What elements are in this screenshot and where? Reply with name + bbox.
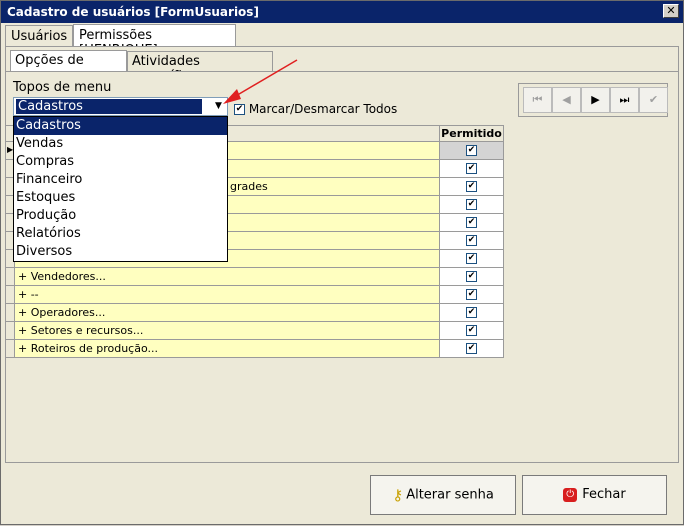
topos-label: Topos de menu [13, 80, 112, 95]
permitido-checkbox[interactable]: ✔ [466, 145, 477, 156]
grid-header-permitido: Permitido [440, 125, 504, 142]
close-icon: ✕ [666, 4, 676, 17]
table-row[interactable]: + Roteiros de produção... ✔ [15, 340, 504, 358]
permitido-checkbox[interactable]: ✔ [466, 163, 477, 174]
permitido-cell[interactable]: ✔ [440, 322, 504, 340]
menu-option-name: + Operadores... [15, 304, 440, 322]
toggle-all-label: Marcar/Desmarcar Todos [248, 102, 398, 116]
permitido-checkbox[interactable]: ✔ [466, 307, 477, 318]
topos-dropdown-list: Cadastros Vendas Compras Financeiro Estoques… [13, 116, 228, 262]
table-row[interactable]: + Vendedores... ✔ [15, 268, 504, 286]
power-icon: ⏻ [563, 487, 578, 502]
dropdown-option[interactable]: Produção [14, 207, 227, 225]
grid-row-indicator [6, 304, 15, 322]
prior-record-button[interactable]: ◀ [552, 87, 581, 113]
permitido-checkbox[interactable]: ✔ [466, 217, 477, 228]
last-icon: ⏭ [619, 93, 630, 106]
close-label: Fechar [582, 487, 626, 502]
window-title: Cadastro de usuários [FormUsuarios] [7, 5, 259, 19]
title-bar: Cadastro de usuários [FormUsuarios] ✕ [1, 1, 683, 23]
chevron-down-icon[interactable]: ▼ [210, 98, 227, 115]
grid-row-indicator [6, 322, 15, 340]
tab-usuarios[interactable]: Usuários [5, 25, 73, 46]
permitido-checkbox[interactable]: ✔ [466, 199, 477, 210]
topos-combobox[interactable]: Cadastros ▼ [13, 97, 228, 116]
permitido-checkbox[interactable]: ✔ [466, 325, 477, 336]
change-password-label: Alterar senha [406, 487, 494, 503]
dropdown-option[interactable]: Vendas [14, 135, 227, 153]
change-password-button[interactable]: ⚷ Alterar senha [370, 475, 516, 515]
first-icon: ⏮ [532, 93, 543, 106]
bottom-bar: ⚷ Alterar senha ⏻ Fechar [1, 469, 683, 524]
permitido-checkbox[interactable]: ✔ [466, 181, 477, 192]
record-navigator: ⏮ ◀ ▶ ⏭ ✔ [518, 83, 668, 117]
permitido-cell[interactable]: ✔ [440, 286, 504, 304]
permitido-checkbox[interactable]: ✔ [466, 343, 477, 354]
menu-option-name: + Vendedores... [15, 268, 440, 286]
grid-row-indicator [6, 286, 15, 304]
first-record-button[interactable]: ⏮ [523, 87, 552, 113]
table-row[interactable]: + Operadores... ✔ [15, 304, 504, 322]
permitido-cell[interactable]: ✔ [440, 340, 504, 358]
permitido-cell[interactable]: ✔ [440, 232, 504, 250]
dropdown-option[interactable]: Financeiro [14, 171, 227, 189]
permitido-cell[interactable]: ✔ [440, 160, 504, 178]
dropdown-option[interactable]: Relatórios [14, 225, 227, 243]
permissoes-page: Opções de menu Atividades específicas To… [5, 46, 679, 463]
tab-atividades-especificas[interactable]: Atividades específicas [127, 51, 273, 84]
dropdown-option[interactable]: Compras [14, 153, 227, 171]
permitido-cell[interactable]: ✔ [440, 214, 504, 232]
table-row[interactable]: + Setores e recursos... ✔ [15, 322, 504, 340]
next-record-button[interactable]: ▶ [581, 87, 610, 113]
close-button[interactable]: ⏻ Fechar [522, 475, 667, 515]
post-record-button[interactable]: ✔ [639, 87, 668, 113]
permitido-cell[interactable]: ✔ [440, 196, 504, 214]
tab-opcoes-de-menu[interactable]: Opções de menu [10, 50, 127, 83]
grid-row-indicator [6, 340, 15, 358]
permitido-checkbox[interactable]: ✔ [466, 235, 477, 246]
tab-permissoes[interactable]: Permissões [HENRIQUE] [73, 24, 236, 58]
close-window-button[interactable]: ✕ [663, 4, 679, 18]
dropdown-option[interactable]: Diversos [14, 243, 227, 261]
permitido-cell[interactable]: ✔ [440, 250, 504, 268]
last-record-button[interactable]: ⏭ [610, 87, 639, 113]
checkbox-icon: ✔ [234, 104, 245, 115]
checkmark-icon: ✔ [648, 93, 659, 106]
menu-option-name: + Setores e recursos... [15, 322, 440, 340]
next-icon: ▶ [591, 93, 600, 106]
permitido-cell[interactable]: ✔ [440, 268, 504, 286]
form-usuarios-window: Cadastro de usuários [FormUsuarios] ✕ Us… [0, 0, 684, 525]
opcoes-menu-page: Topos de menu Cadastros ▼ ✔ Marcar/Desma… [6, 71, 678, 462]
menu-option-name: + Roteiros de produção... [15, 340, 440, 358]
permitido-checkbox[interactable]: ✔ [466, 253, 477, 264]
permitido-checkbox[interactable]: ✔ [466, 289, 477, 300]
table-row[interactable]: + -- ✔ [15, 286, 504, 304]
menu-option-name: + -- [15, 286, 440, 304]
prior-icon: ◀ [562, 93, 571, 106]
permitido-cell[interactable]: ✔ [440, 178, 504, 196]
permitido-cell[interactable]: ✔ [440, 304, 504, 322]
permitido-cell[interactable]: ✔ [440, 142, 504, 160]
key-icon: ⚷ [392, 486, 404, 504]
dropdown-option[interactable]: Cadastros [14, 117, 227, 135]
toggle-all-checkbox[interactable]: ✔ Marcar/Desmarcar Todos [234, 102, 397, 116]
permitido-checkbox[interactable]: ✔ [466, 271, 477, 282]
topos-selected-value: Cadastros [16, 99, 202, 114]
dropdown-option[interactable]: Estoques [14, 189, 227, 207]
grid-row-indicator [6, 268, 15, 286]
